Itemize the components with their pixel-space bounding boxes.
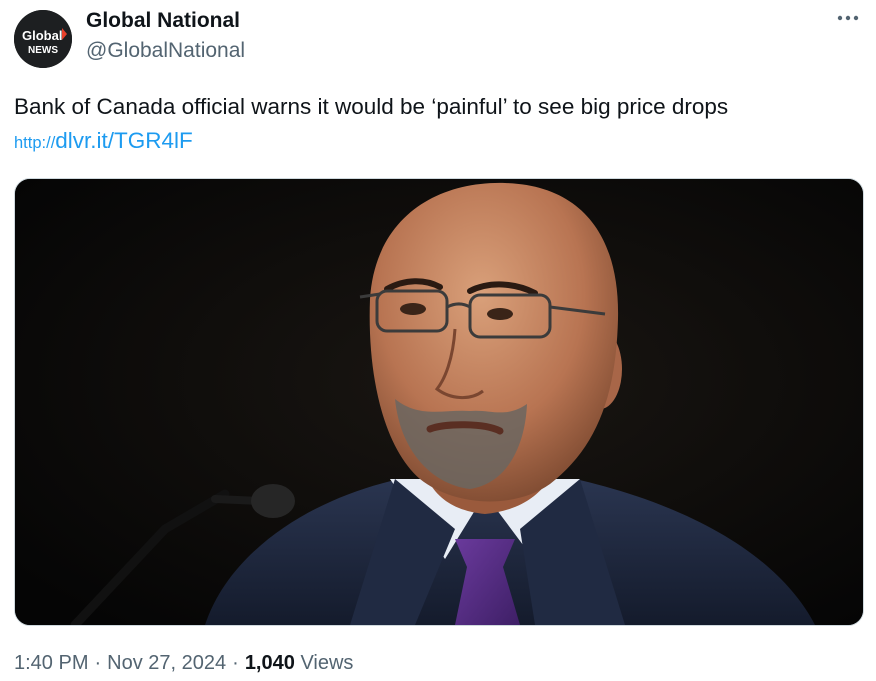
more-options-button[interactable] [830, 6, 866, 30]
tweet-text: Bank of Canada official warns it would b… [14, 94, 729, 119]
photo-portrait [15, 179, 863, 625]
meta-separator: · [94, 652, 102, 674]
tweet-link[interactable]: http://dlvr.it/TGR4lF [14, 127, 193, 158]
tweet-link-protocol: http:// [14, 134, 56, 152]
user-handle[interactable]: @GlobalNational [86, 39, 245, 63]
avatar-logo-text-bottom: NEWS [28, 45, 58, 56]
global-news-logo: Global NEWS [14, 10, 72, 68]
views-count: 1,040 [244, 652, 295, 674]
tweet-photo[interactable] [14, 178, 864, 626]
tweet-metadata: 1:40 PM · Nov 27, 2024 · 1,040 Views [14, 651, 353, 675]
tweet-time[interactable]: 1:40 PM [14, 652, 88, 674]
avatar-logo-text-top: Global [22, 28, 62, 43]
meta-separator: · [232, 652, 239, 674]
display-name[interactable]: Global National [86, 9, 240, 33]
views-label: Views [300, 652, 354, 674]
tweet-link-url: dlvr.it/TGR4lF [55, 128, 193, 153]
tweet-date[interactable]: Nov 27, 2024 [107, 652, 226, 674]
more-horizontal-icon [837, 15, 859, 21]
avatar[interactable]: Global NEWS [14, 10, 72, 68]
